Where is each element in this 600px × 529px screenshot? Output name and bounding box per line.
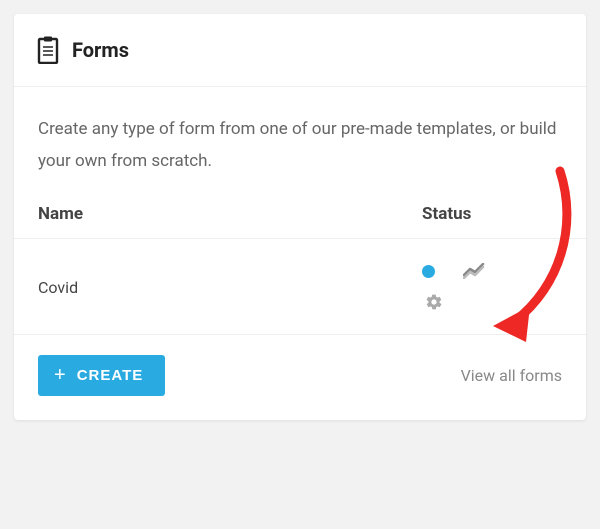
card-header: Forms (14, 14, 586, 87)
gear-icon[interactable] (425, 293, 443, 311)
intro-text: Create any type of form from one of our … (14, 87, 586, 204)
table-header: Name Status (14, 204, 586, 239)
chart-icon[interactable] (463, 263, 485, 279)
row-status-line (422, 263, 485, 279)
column-name: Name (38, 204, 422, 224)
status-dot-icon (422, 265, 435, 278)
create-button[interactable]: + CREATE (38, 355, 165, 396)
card-footer: + CREATE View all forms (14, 335, 586, 420)
row-name: Covid (38, 278, 422, 297)
row-status-cell (422, 263, 562, 311)
plus-icon: + (54, 368, 67, 383)
forms-table: Name Status Covid (14, 204, 586, 335)
view-all-link[interactable]: View all forms (461, 366, 562, 385)
clipboard-icon (36, 36, 60, 64)
card-title: Forms (72, 38, 129, 62)
create-button-label: CREATE (77, 367, 144, 384)
table-row[interactable]: Covid (14, 239, 586, 335)
column-status: Status (422, 204, 562, 224)
forms-card: Forms Create any type of form from one o… (14, 14, 586, 420)
